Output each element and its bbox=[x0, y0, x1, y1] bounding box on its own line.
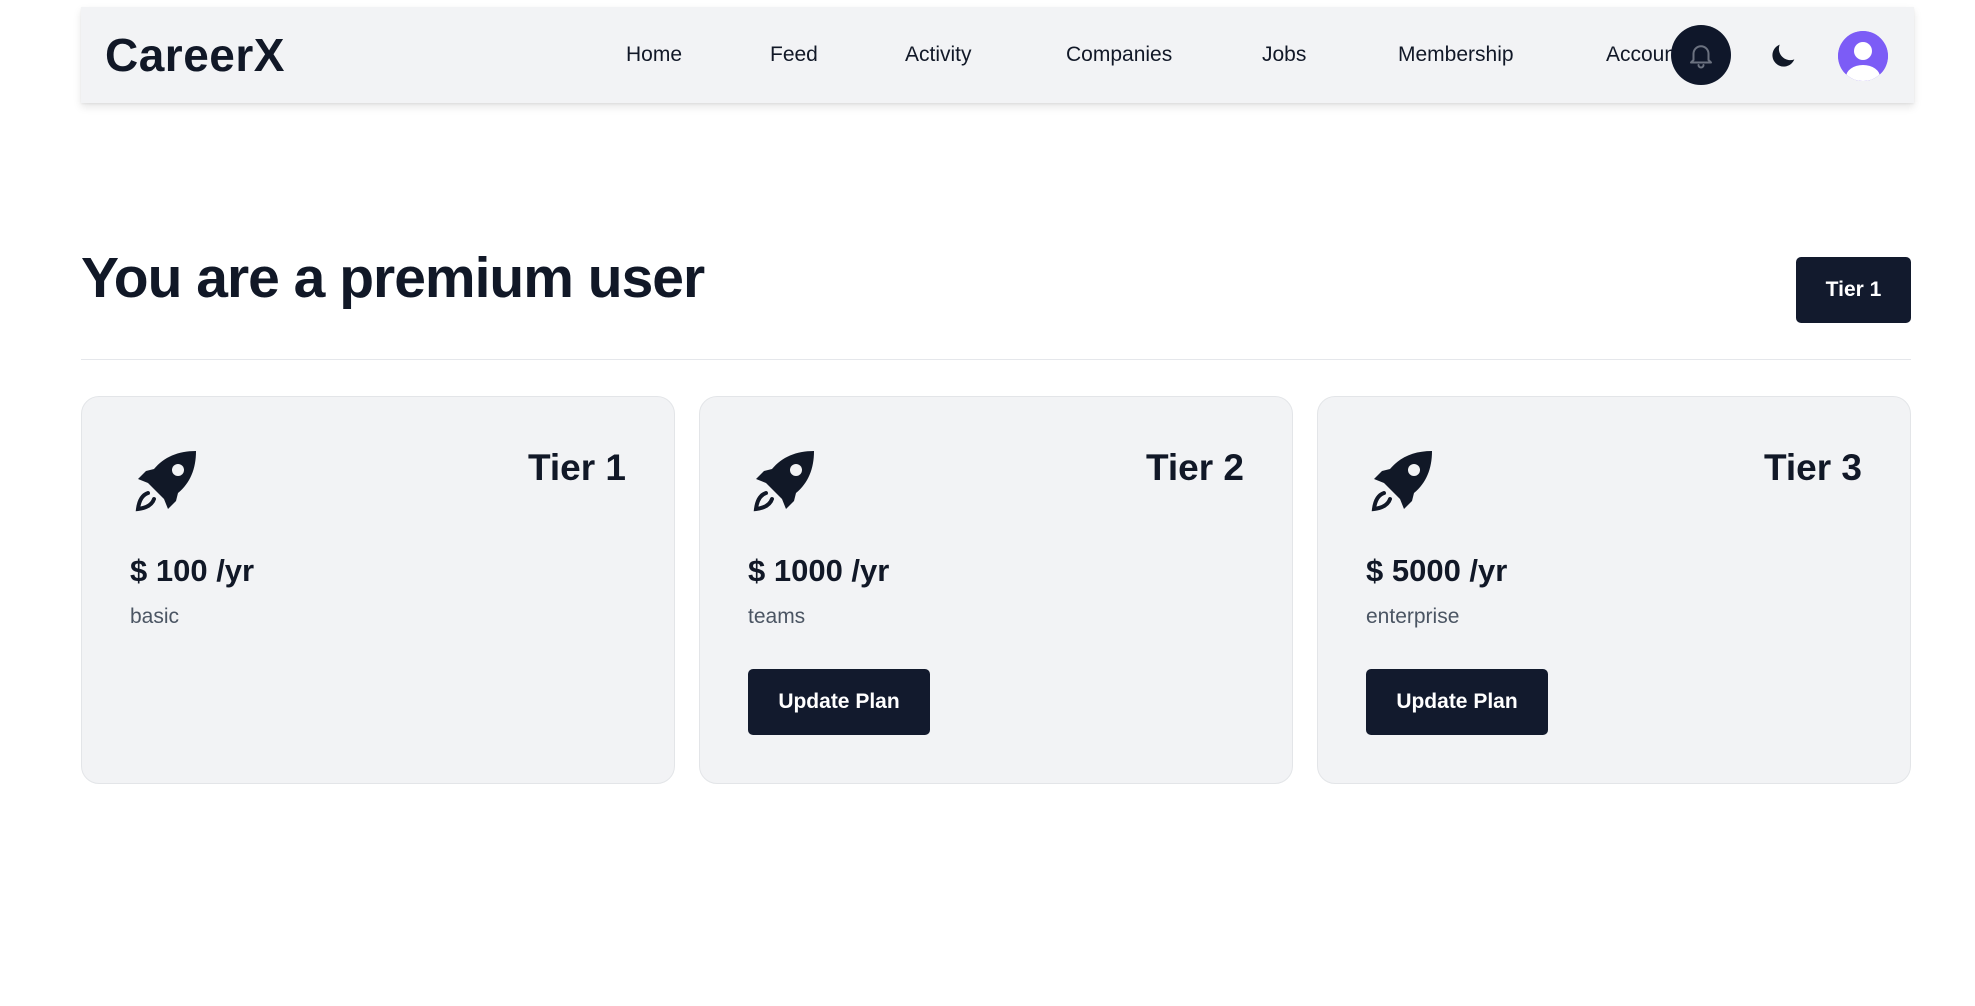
plan-price: $ 100 /yr bbox=[130, 553, 255, 588]
rocket-icon bbox=[753, 451, 814, 512]
divider bbox=[81, 359, 1911, 360]
plan-price: $ 5000 /yr bbox=[1366, 553, 1508, 588]
plan-name: basic bbox=[130, 605, 180, 628]
plan-card-tier-2: Tier 2 $ 1000 /yr teams Update Plan bbox=[699, 396, 1293, 784]
current-tier-button[interactable]: Tier 1 bbox=[1796, 257, 1911, 323]
notifications-button[interactable] bbox=[1671, 25, 1731, 85]
plan-tier-title: Tier 1 bbox=[527, 447, 626, 488]
plan-name: enterprise bbox=[1366, 605, 1460, 628]
page-title: You are a premium user bbox=[81, 246, 705, 310]
rocket-icon bbox=[135, 451, 196, 512]
nav-link-feed[interactable]: Feed bbox=[770, 43, 818, 67]
theme-toggle-button[interactable] bbox=[1767, 40, 1799, 72]
nav-link-membership[interactable]: Membership bbox=[1398, 43, 1514, 67]
brand-logo[interactable]: CareerX bbox=[105, 28, 285, 82]
plan-price: $ 1000 /yr bbox=[748, 553, 890, 588]
plan-card-tier-3: Tier 3 $ 5000 /yr enterprise Update Plan bbox=[1317, 396, 1911, 784]
user-avatar-icon bbox=[1838, 31, 1888, 81]
nav-link-activity[interactable]: Activity bbox=[905, 43, 972, 67]
nav-link-companies[interactable]: Companies bbox=[1066, 43, 1172, 67]
plan-card-tier-1: Tier 1 $ 100 /yr basic bbox=[81, 396, 675, 784]
user-avatar[interactable] bbox=[1838, 31, 1888, 81]
bell-icon bbox=[1690, 45, 1712, 69]
nav-link-home[interactable]: Home bbox=[626, 43, 682, 67]
plan-tier-title: Tier 2 bbox=[1145, 447, 1244, 488]
update-plan-button[interactable]: Update Plan bbox=[1366, 669, 1548, 735]
top-navbar: CareerX Home Feed Activity Companies Job… bbox=[81, 7, 1914, 103]
rocket-icon bbox=[1371, 451, 1432, 512]
update-plan-button[interactable]: Update Plan bbox=[748, 669, 930, 735]
nav-link-jobs[interactable]: Jobs bbox=[1262, 43, 1306, 67]
plan-tier-title: Tier 3 bbox=[1763, 447, 1862, 488]
plan-name: teams bbox=[748, 605, 806, 628]
moon-icon bbox=[1772, 44, 1795, 67]
